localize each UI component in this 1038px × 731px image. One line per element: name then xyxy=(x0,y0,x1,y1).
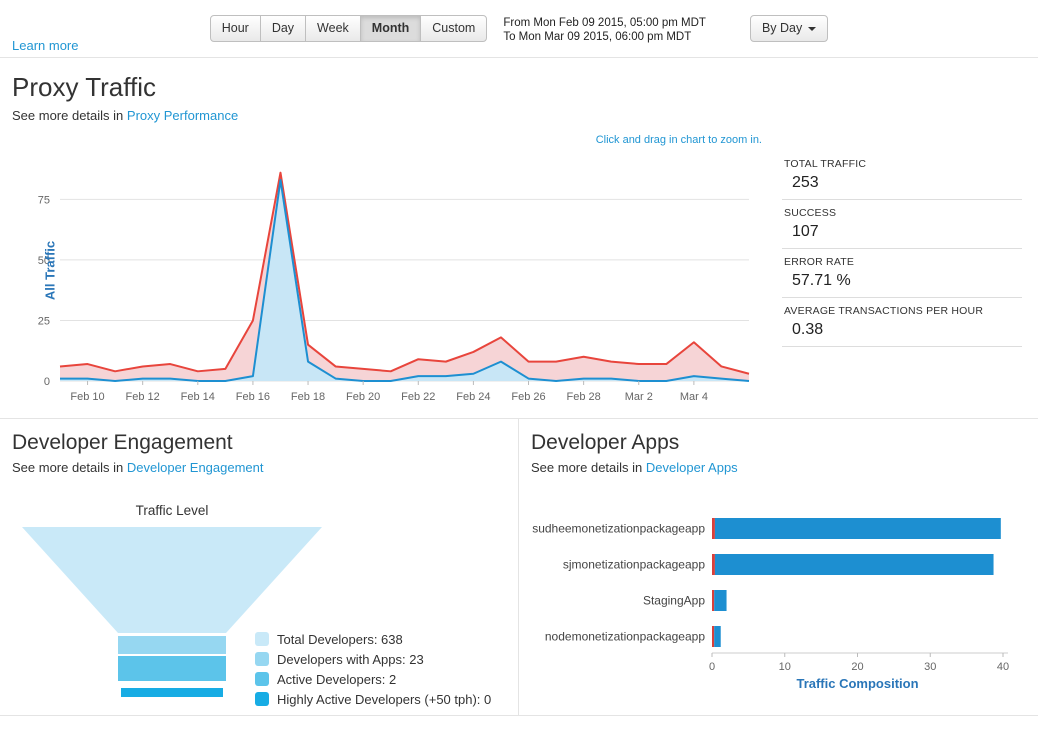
divider xyxy=(0,57,1038,58)
svg-text:Mar 4: Mar 4 xyxy=(680,391,708,403)
developer-engagement-link[interactable]: Developer Engagement xyxy=(127,460,264,475)
proxy-stats-panel: TOTAL TRAFFIC 253 SUCCESS 107 ERROR RATE… xyxy=(782,151,1022,418)
svg-text:Feb 16: Feb 16 xyxy=(236,391,270,403)
stat-avg-tph: AVERAGE TRANSACTIONS PER HOUR 0.38 xyxy=(782,298,1022,347)
range-button-month[interactable]: Month xyxy=(360,15,421,42)
y-axis-label: All Traffic xyxy=(43,211,58,331)
date-from: From Mon Feb 09 2015, 05:00 pm MDT xyxy=(503,16,706,30)
svg-text:10: 10 xyxy=(779,661,791,673)
stat-success: SUCCESS 107 xyxy=(782,200,1022,249)
svg-text:Feb 22: Feb 22 xyxy=(401,391,435,403)
developer-engagement-details: See more details in Developer Engagement xyxy=(12,458,518,477)
legend-swatch xyxy=(255,632,269,646)
proxy-traffic-section: Proxy Traffic See more details in Proxy … xyxy=(0,72,1038,418)
legend-label: Developers with Apps: 23 xyxy=(277,652,424,667)
stat-value: 107 xyxy=(792,223,1022,241)
svg-text:Traffic Composition: Traffic Composition xyxy=(796,676,918,691)
proxy-chart-row: All Traffic 0255075Feb 10Feb 12Feb 14Feb… xyxy=(0,151,1038,418)
stat-label: ERROR RATE xyxy=(784,256,1022,268)
legend-label: Total Developers: 638 xyxy=(277,632,403,647)
svg-text:Mar 2: Mar 2 xyxy=(625,391,653,403)
developer-engagement-section: Developer Engagement See more details in… xyxy=(0,419,518,715)
proxy-performance-link[interactable]: Proxy Performance xyxy=(127,108,238,123)
range-button-custom[interactable]: Custom xyxy=(420,15,487,42)
svg-text:Feb 26: Feb 26 xyxy=(511,391,545,403)
legend-item-developers-with-apps: Developers with Apps: 23 xyxy=(255,649,491,669)
details-prefix: See more details in xyxy=(12,460,123,475)
date-range: From Mon Feb 09 2015, 05:00 pm MDT To Mo… xyxy=(503,15,706,44)
date-to: To Mon Mar 09 2015, 06:00 pm MDT xyxy=(503,30,706,44)
legend-label: Active Developers: 2 xyxy=(277,672,396,687)
legend-swatch xyxy=(255,692,269,706)
proxy-chart-wrap: All Traffic 0255075Feb 10Feb 12Feb 14Feb… xyxy=(14,151,776,418)
group-by-label: By Day xyxy=(762,21,802,35)
developer-apps-details: See more details in Developer Apps xyxy=(531,458,1038,477)
caret-down-icon xyxy=(808,27,816,31)
engagement-funnel-area: Traffic Level Total Developers: 638 Deve… xyxy=(0,501,518,731)
stat-label: TOTAL TRAFFIC xyxy=(784,158,1022,170)
stat-value: 57.71 % xyxy=(792,272,1022,290)
svg-text:Feb 10: Feb 10 xyxy=(70,391,104,403)
svg-text:Feb 12: Feb 12 xyxy=(126,391,160,403)
developer-engagement-title: Developer Engagement xyxy=(12,431,518,455)
bottom-row: Developer Engagement See more details in… xyxy=(0,419,1038,715)
svg-text:Feb 18: Feb 18 xyxy=(291,391,325,403)
topbar: Learn more Hour Day Week Month Custom Fr… xyxy=(0,0,1038,57)
legend-item-highly-active-developers: Highly Active Developers (+50 tph): 0 xyxy=(255,689,491,709)
proxy-traffic-chart[interactable]: 0255075Feb 10Feb 12Feb 14Feb 16Feb 18Feb… xyxy=(14,151,759,413)
svg-text:0: 0 xyxy=(709,661,715,673)
group-by-dropdown[interactable]: By Day xyxy=(750,15,828,42)
legend-item-total-developers: Total Developers: 638 xyxy=(255,629,491,649)
svg-text:Feb 28: Feb 28 xyxy=(567,391,601,403)
svg-text:StagingApp: StagingApp xyxy=(643,594,705,608)
range-button-week[interactable]: Week xyxy=(305,15,361,42)
svg-text:0: 0 xyxy=(44,376,50,388)
stat-label: SUCCESS xyxy=(784,207,1022,219)
developer-apps-section: Developer Apps See more details in Devel… xyxy=(518,419,1038,715)
chart-zoom-hint: Click and drag in chart to zoom in. xyxy=(596,134,762,146)
stat-label: AVERAGE TRANSACTIONS PER HOUR xyxy=(784,305,1022,317)
stat-value: 0.38 xyxy=(792,321,1022,339)
svg-text:Feb 20: Feb 20 xyxy=(346,391,380,403)
svg-text:40: 40 xyxy=(997,661,1009,673)
stat-value: 253 xyxy=(792,174,1022,192)
time-range-controls: Hour Day Week Month Custom From Mon Feb … xyxy=(0,0,1038,44)
proxy-traffic-details: See more details in Proxy Performance xyxy=(12,106,1038,125)
svg-text:Feb 24: Feb 24 xyxy=(456,391,490,403)
svg-text:20: 20 xyxy=(851,661,863,673)
range-button-group: Hour Day Week Month Custom xyxy=(210,15,488,42)
details-prefix: See more details in xyxy=(12,108,123,123)
legend-swatch xyxy=(255,652,269,666)
funnel-legend: Total Developers: 638 Developers with Ap… xyxy=(255,629,491,709)
svg-text:30: 30 xyxy=(924,661,936,673)
stat-total-traffic: TOTAL TRAFFIC 253 xyxy=(782,151,1022,200)
svg-text:75: 75 xyxy=(38,194,50,206)
svg-text:Feb 14: Feb 14 xyxy=(181,391,215,403)
proxy-traffic-title: Proxy Traffic xyxy=(12,72,1038,103)
developer-apps-chart: sudheemonetizationpackageapp sjmonetizati… xyxy=(531,507,1036,695)
svg-text:nodemonetizationpackageapp: nodemonetizationpackageapp xyxy=(545,630,705,644)
funnel-title: Traffic Level xyxy=(22,503,322,518)
stat-error-rate: ERROR RATE 57.71 % xyxy=(782,249,1022,298)
svg-text:sudheemonetizationpackageapp: sudheemonetizationpackageapp xyxy=(532,522,705,536)
developer-apps-link[interactable]: Developer Apps xyxy=(646,460,738,475)
legend-label: Highly Active Developers (+50 tph): 0 xyxy=(277,692,491,707)
learn-more-link[interactable]: Learn more xyxy=(12,38,78,53)
details-prefix: See more details in xyxy=(531,460,642,475)
range-button-hour[interactable]: Hour xyxy=(210,15,261,42)
range-button-day[interactable]: Day xyxy=(260,15,306,42)
legend-swatch xyxy=(255,672,269,686)
legend-item-active-developers: Active Developers: 2 xyxy=(255,669,491,689)
svg-text:sjmonetizationpackageapp: sjmonetizationpackageapp xyxy=(563,558,705,572)
developer-apps-title: Developer Apps xyxy=(531,431,1038,455)
